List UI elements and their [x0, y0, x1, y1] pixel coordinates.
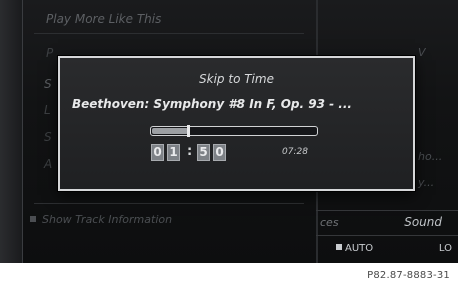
- skip-to-time-dialog: Skip to Time Beethoven: Symphony #8 In F…: [58, 56, 415, 191]
- display-screen: Play More Like This P S L S A Show Track…: [0, 0, 458, 263]
- menu-item-6[interactable]: A: [44, 157, 52, 171]
- bottom-tabs: ces Sound: [316, 210, 458, 236]
- menu-item-3[interactable]: S: [44, 77, 52, 91]
- right-panel-item-top[interactable]: V: [418, 46, 426, 59]
- caption-bar: P82.87-8883-31: [0, 263, 458, 289]
- progress-knob[interactable]: [187, 125, 190, 137]
- second-ones-digit[interactable]: 0: [213, 144, 226, 161]
- track-title: Beethoven: Symphony #8 In F, Op. 93 - ..…: [72, 97, 352, 111]
- auto-square-icon: [336, 244, 342, 250]
- track-progress-bar[interactable]: [150, 125, 318, 137]
- menu-item-4[interactable]: L: [44, 103, 51, 117]
- climate-auto-indicator: AUTO: [336, 243, 373, 254]
- right-panel-item-2[interactable]: y...: [418, 176, 434, 189]
- menu-divider: [34, 33, 304, 34]
- menu-divider: [34, 203, 304, 204]
- right-panel-item-1[interactable]: ho...: [418, 150, 442, 163]
- dialog-title: Skip to Time: [199, 72, 274, 86]
- progress-fill: [152, 128, 188, 134]
- tab-services[interactable]: ces: [320, 216, 339, 229]
- time-separator: :: [187, 144, 193, 159]
- left-edge-panel: [0, 0, 23, 263]
- figure-code: P82.87-8883-31: [367, 270, 450, 281]
- show-track-information-item[interactable]: Show Track Information: [30, 213, 172, 226]
- tab-sound[interactable]: Sound: [404, 215, 442, 229]
- menu-item-2[interactable]: P: [46, 46, 53, 60]
- lo-indicator: LO: [438, 243, 452, 254]
- menu-item-5[interactable]: S: [44, 130, 52, 144]
- minute-tens-digit[interactable]: 0: [151, 144, 164, 161]
- minute-ones-digit[interactable]: 1: [167, 144, 180, 161]
- track-duration: 07:28: [282, 147, 308, 157]
- show-track-information-label: Show Track Information: [42, 213, 173, 226]
- menu-item-play-more-like-this[interactable]: Play More Like This: [46, 12, 161, 26]
- second-tens-digit[interactable]: 5: [197, 144, 210, 161]
- bullet-icon: [30, 216, 36, 222]
- auto-label: AUTO: [345, 243, 374, 254]
- status-bar: AUTO LO: [316, 236, 458, 263]
